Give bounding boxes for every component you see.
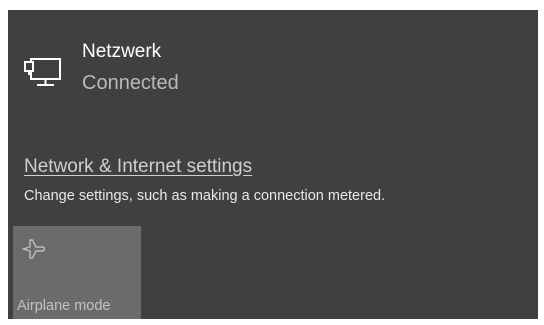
- settings-description: Change settings, such as making a connec…: [24, 188, 386, 204]
- airplane-mode-tile[interactable]: Airplane mode: [13, 226, 141, 319]
- wired-network-icon: [24, 58, 61, 86]
- network-flyout: Netzwerk Connected Network & Internet se…: [8, 10, 538, 319]
- network-item[interactable]: Netzwerk Connected: [8, 10, 538, 110]
- airplane-mode-label: Airplane mode: [17, 298, 111, 314]
- network-internet-settings-link[interactable]: Network & Internet settings: [24, 155, 252, 179]
- network-name: Netzwerk: [82, 41, 162, 62]
- airplane-icon: [22, 239, 46, 259]
- network-status: Connected: [82, 72, 179, 94]
